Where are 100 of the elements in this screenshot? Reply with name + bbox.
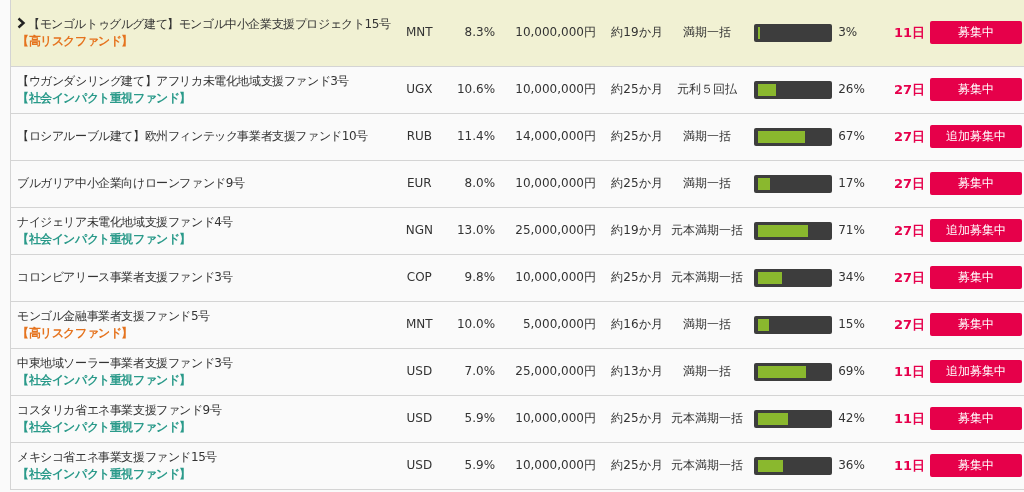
days-left: 11日 (893, 411, 925, 426)
status-button[interactable]: 募集中 (930, 454, 1022, 477)
fund-tag: 【社会インパクト重視ファンド】 (17, 418, 393, 436)
fund-amount: 25,000,000円 (515, 223, 596, 237)
fund-name[interactable]: ナイジェリア未電化地域支援ファンド4号 (17, 213, 393, 231)
days-left: 11日 (893, 25, 925, 41)
fund-row[interactable]: コスタリカ省エネ事業支援ファンド9号 【社会インパクト重視ファンド】 USD 5.9% 10,000,000円 約25か月 元本満期一括 42% 11日 募集中 (10, 395, 1024, 442)
status-button[interactable]: 募集中 (930, 21, 1022, 45)
chevron-icon (17, 16, 26, 29)
days-left: 27日 (893, 82, 925, 97)
fund-row[interactable]: モンゴル金融事業者支援ファンド5号 【高リスクファンド】 MNT 10.0% 5,000,000円 約16か月 満期一括 15% 27日 募集中 (10, 301, 1024, 348)
currency-code: EUR (406, 176, 432, 190)
interest-rate: 7.0% (464, 364, 496, 378)
repayment-method: 満期一括 (683, 317, 731, 331)
interest-rate: 13.0% (456, 223, 496, 237)
status-button[interactable]: 募集中 (930, 78, 1022, 101)
progress-percent: 69% (838, 364, 865, 378)
fund-period: 約25か月 (611, 270, 663, 284)
fund-row[interactable]: ナイジェリア未電化地域支援ファンド4号 【社会インパクト重視ファンド】 NGN 13.0% 25,000,000円 約19か月 元本満期一括 71% 27日 追加募集中 (10, 207, 1024, 254)
progress-percent: 34% (838, 270, 865, 284)
days-left: 11日 (893, 364, 925, 379)
currency-code: NGN (405, 223, 433, 237)
fund-tag: 【高リスクファンド】 (17, 324, 393, 342)
interest-rate: 9.8% (464, 270, 496, 284)
days-left: 27日 (893, 270, 925, 285)
status-button[interactable]: 募集中 (930, 407, 1022, 430)
progress-percent: 36% (838, 458, 865, 472)
fund-tag: 【高リスクファンド】 (17, 32, 393, 50)
repayment-method: 満期一括 (683, 25, 731, 40)
fund-period: 約19か月 (611, 25, 663, 40)
fund-period: 約25か月 (611, 458, 663, 472)
progress-percent: 15% (838, 317, 865, 331)
progress-percent: 26% (838, 82, 865, 96)
fund-name[interactable]: ブルガリア中小企業向けローンファンド9号 (17, 175, 393, 192)
fund-row[interactable]: 【ウガンダシリング建て】アフリカ未電化地域支援ファンド3号 【社会インパクト重視ファンド】 UGX 10.6% 10,000,000円 約25か月 元利５回払 26% 27日 募集中 (10, 66, 1024, 113)
fund-row[interactable]: ブルガリア中小企業向けローンファンド9号 EUR 8.0% 10,000,000円 約25か月 満期一括 17% 27日 募集中 (10, 160, 1024, 207)
repayment-method: 元利５回払 (677, 82, 737, 96)
status-button[interactable]: 募集中 (930, 172, 1022, 195)
repayment-method: 元本満期一括 (671, 223, 743, 237)
status-button[interactable]: 追加募集中 (930, 125, 1022, 148)
interest-rate: 11.4% (456, 129, 496, 143)
fund-amount: 10,000,000円 (515, 25, 596, 40)
fund-amount: 10,000,000円 (515, 176, 596, 190)
fund-amount: 5,000,000円 (522, 317, 596, 331)
fund-name[interactable]: コロンビアリース事業者支援ファンド3号 (17, 269, 393, 286)
repayment-method: 満期一括 (683, 364, 731, 378)
fund-name[interactable]: 【ウガンダシリング建て】アフリカ未電化地域支援ファンド3号 (17, 72, 393, 90)
fund-row[interactable]: コロンビアリース事業者支援ファンド3号 COP 9.8% 10,000,000円 約25か月 元本満期一括 34% 27日 募集中 (10, 254, 1024, 301)
fund-name[interactable]: 【ロシアルーブル建て】欧州フィンテック事業者支援ファンド10号 (17, 128, 393, 145)
fund-name[interactable]: 中東地域ソーラー事業者支援ファンド3号 (17, 354, 393, 372)
fund-period: 約13か月 (611, 364, 663, 378)
interest-rate: 10.6% (456, 82, 496, 96)
fund-name[interactable]: コスタリカ省エネ事業支援ファンド9号 (17, 401, 393, 419)
currency-code: MNT (406, 25, 433, 40)
fund-period: 約16か月 (611, 317, 663, 331)
fund-amount: 10,000,000円 (515, 270, 596, 284)
fund-tag: 【社会インパクト重視ファンド】 (17, 230, 393, 248)
currency-code: USD (406, 364, 433, 378)
fund-period: 約25か月 (611, 176, 663, 190)
progress-percent: 71% (838, 223, 865, 237)
days-left: 27日 (893, 317, 925, 332)
currency-code: MNT (406, 317, 433, 331)
currency-code: UGX (406, 82, 433, 96)
fund-row[interactable]: メキシコ省エネ事業支援ファンド15号 【社会インパクト重視ファンド】 USD 5.9% 10,000,000円 約25か月 元本満期一括 36% 11日 募集中 (10, 442, 1024, 489)
interest-rate: 8.3% (464, 25, 496, 40)
progress-percent: 17% (838, 176, 865, 190)
interest-rate: 5.9% (464, 411, 496, 425)
progress-percent: 42% (838, 411, 865, 425)
fund-period: 約25か月 (611, 129, 663, 143)
fund-name[interactable]: メキシコ省エネ事業支援ファンド15号 (17, 448, 393, 466)
days-left: 11日 (893, 458, 925, 473)
days-left: 27日 (893, 176, 925, 191)
currency-code: COP (406, 270, 432, 284)
interest-rate: 8.0% (464, 176, 496, 190)
fund-period: 約25か月 (611, 411, 663, 425)
fund-amount: 10,000,000円 (515, 82, 596, 96)
progress-percent: 3% (838, 25, 858, 40)
repayment-method: 満期一括 (683, 176, 731, 190)
days-left: 27日 (893, 129, 925, 144)
repayment-method: 元本満期一括 (671, 270, 743, 284)
repayment-method: 満期一括 (683, 129, 731, 143)
fund-amount: 25,000,000円 (515, 364, 596, 378)
currency-code: USD (406, 411, 433, 425)
fund-row[interactable]: 【モンゴルトゥグルグ建て】モンゴル中小企業支援プロジェクト15号 【高リスクファンド】 MNT 8.3% 10,000,000円 約19か月 満期一括 3% 11日 募集中 (10, 0, 1024, 66)
progress-percent: 67% (838, 129, 865, 143)
fund-row[interactable]: 中東地域ソーラー事業者支援ファンド3号 【社会インパクト重視ファンド】 USD 7.0% 25,000,000円 約13か月 満期一括 69% 11日 追加募集中 (10, 348, 1024, 395)
fund-tag: 【社会インパクト重視ファンド】 (17, 465, 393, 483)
status-button[interactable]: 募集中 (930, 266, 1022, 289)
status-button[interactable]: 追加募集中 (930, 219, 1022, 242)
status-button[interactable]: 募集中 (930, 313, 1022, 336)
fund-name[interactable]: 【モンゴルトゥグルグ建て】モンゴル中小企業支援プロジェクト15号 (17, 15, 393, 33)
status-button[interactable]: 追加募集中 (930, 360, 1022, 383)
fund-amount: 10,000,000円 (515, 458, 596, 472)
fund-amount: 10,000,000円 (515, 411, 596, 425)
fund-name[interactable]: モンゴル金融事業者支援ファンド5号 (17, 307, 393, 325)
currency-code: USD (406, 458, 433, 472)
interest-rate: 10.0% (456, 317, 496, 331)
fund-period: 約19か月 (611, 223, 663, 237)
fund-row[interactable]: 【ロシアルーブル建て】欧州フィンテック事業者支援ファンド10号 RUB 11.4% 14,000,000円 約25か月 満期一括 67% 27日 追加募集中 (10, 113, 1024, 160)
fund-amount: 14,000,000円 (515, 129, 596, 143)
